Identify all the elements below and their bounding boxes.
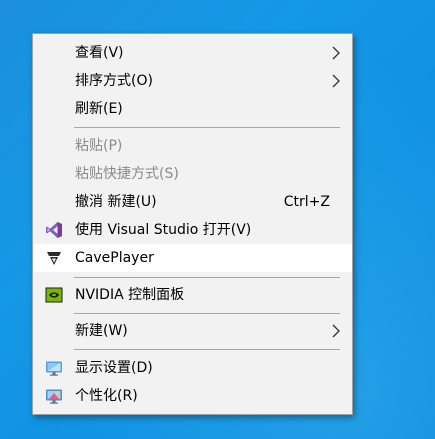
menu-item-shortcut: Ctrl+Z [283, 194, 330, 210]
visual-studio-icon [46, 222, 62, 238]
nvidia-icon [45, 287, 63, 303]
menu-separator [74, 277, 340, 278]
menu-item-new[interactable]: 新建(W) [34, 317, 352, 345]
menu-item-label: 使用 Visual Studio 打开(V) [75, 222, 252, 238]
display-settings-icon [46, 361, 62, 376]
menu-item-label: 新建(W) [75, 323, 128, 339]
menu-item-label: 粘贴快捷方式(S) [75, 166, 179, 182]
menu-separator [74, 313, 340, 314]
personalize-icon [46, 389, 62, 404]
desktop-context-menu: 查看(V) 排序方式(O) 刷新(E) 粘贴(P) 粘贴快捷方式(S) 撤消 新… [32, 33, 353, 415]
menu-item-paste-shortcut[interactable]: 粘贴快捷方式(S) [34, 160, 352, 188]
menu-item-refresh[interactable]: 刷新(E) [34, 95, 352, 123]
menu-separator [74, 127, 340, 128]
menu-item-view[interactable]: 查看(V) [34, 39, 352, 67]
menu-item-personalize[interactable]: 个性化(R) [34, 382, 352, 410]
menu-item-paste[interactable]: 粘贴(P) [34, 132, 352, 160]
menu-item-display-settings[interactable]: 显示设置(D) [34, 354, 352, 382]
menu-item-label: 粘贴(P) [75, 138, 123, 154]
chevron-right-icon [332, 46, 340, 60]
chevron-right-icon [332, 324, 340, 338]
menu-item-sort-by[interactable]: 排序方式(O) [34, 67, 352, 95]
menu-item-open-with-visual-studio[interactable]: 使用 Visual Studio 打开(V) [34, 216, 352, 244]
caveplayer-icon [47, 252, 61, 265]
menu-item-label: CavePlayer [75, 250, 154, 266]
menu-item-label: 查看(V) [75, 45, 124, 61]
menu-item-label: 显示设置(D) [75, 360, 153, 376]
menu-item-caveplayer[interactable]: CavePlayer [34, 244, 352, 272]
menu-item-label: 刷新(E) [75, 101, 123, 117]
menu-item-label: NVIDIA 控制面板 [75, 287, 185, 303]
menu-item-nvidia-control-panel[interactable]: NVIDIA 控制面板 [34, 281, 352, 309]
menu-separator [74, 349, 340, 350]
menu-item-label: 撤消 新建(U) [75, 194, 157, 210]
menu-item-label: 排序方式(O) [75, 73, 153, 89]
menu-item-undo-new[interactable]: 撤消 新建(U) Ctrl+Z [34, 188, 352, 216]
menu-item-label: 个性化(R) [75, 388, 138, 404]
chevron-right-icon [332, 74, 340, 88]
